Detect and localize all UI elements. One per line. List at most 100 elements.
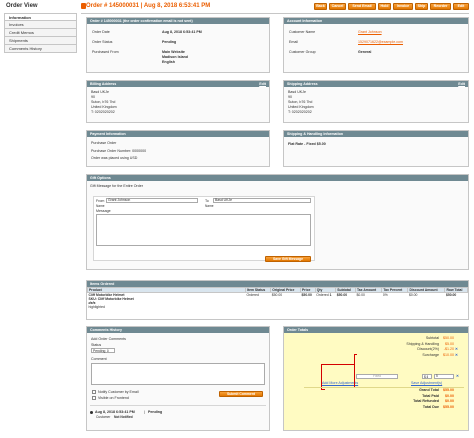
invoice-button[interactable]: Invoice [393, 3, 413, 10]
order-panel-header: Order # 145000031 (the order confirmatio… [87, 18, 269, 24]
sidebar-title: Order View [6, 3, 38, 9]
customer-name-link[interactable]: Grant Johnson [358, 30, 382, 34]
totals-value: $50.00 [443, 336, 454, 340]
customer-email-link[interactable]: 1529071622@example.com [358, 40, 403, 44]
purchased-from-website: Main Website [162, 50, 185, 54]
shipping-line: United Kingdom [288, 105, 314, 109]
comment-entry-separator: | [144, 410, 145, 414]
notify-customer-label: Notify Customer by Email [98, 390, 139, 394]
annotation-line [321, 389, 325, 390]
item-status: Ordered [246, 293, 259, 297]
totals-label: Surcharge [422, 352, 439, 357]
back-button[interactable]: Back [314, 3, 327, 10]
adjustment-type-select[interactable]: $⇕ [422, 374, 432, 379]
totals-table: Subtotal $50.00 Shipping & Handling $5.00 … [406, 336, 460, 358]
remove-adjustment-icon[interactable]: ✕ [456, 374, 459, 378]
visible-frontend-checkbox[interactable] [92, 396, 96, 400]
gift-to-input[interactable]: Basd UKJe [213, 198, 311, 203]
item-price: $50.00 [301, 293, 312, 297]
save-adjustments-link[interactable]: Save Adjustment(s) [411, 381, 442, 385]
ship-button[interactable]: Ship [415, 3, 428, 10]
order-status-value: Pending [162, 40, 177, 44]
payment-panel-header: Payment Information [87, 131, 269, 137]
shipping-method-value: Flat Rate - Fixed $5.00 [288, 142, 326, 146]
item-original-price: $50.00 [271, 293, 283, 297]
comments-divider [90, 405, 266, 406]
grand-total-row: Grand Total $55.00 [413, 388, 454, 394]
purchased-from-view: English [162, 60, 175, 64]
item-option-value: highlighted [88, 305, 105, 309]
order-date-value: Aug 8, 2018 6:53:41 PM [162, 30, 202, 34]
item-tax-percent: 0% [382, 293, 388, 297]
comment-status-label: Status [91, 343, 102, 347]
account-panel: Account Information Customer Name Grant … [283, 17, 469, 73]
customer-group-value: General [358, 50, 372, 54]
gift-to-sublabel: Name [205, 204, 214, 208]
totals-row: Surcharge $10.00 ✕ [406, 353, 460, 359]
comment-entry-status: Pending [148, 410, 163, 414]
billing-line: T: 0202020202 [91, 110, 115, 114]
header-divider [81, 13, 469, 14]
annotation-bracket [354, 354, 357, 388]
remove-surcharge-icon[interactable]: ✕ [454, 353, 460, 359]
sidebar-tab-shipments[interactable]: Shipments [4, 37, 77, 45]
shipping-method-panel: Shipping & Handling Information Flat Rat… [283, 130, 469, 167]
save-gift-message-button[interactable]: Save Gift Message [265, 256, 311, 262]
shipping-address-header: Shipping Address [287, 82, 318, 86]
shipping-line: 90 [288, 95, 292, 99]
sidebar-tab-credit-memos[interactable]: Credit Memos [4, 29, 77, 37]
adjustment-label-input[interactable]: Fixed [356, 374, 398, 379]
add-comments-label: Add Order Comments [91, 337, 126, 341]
customer-email-label: Email [289, 40, 298, 44]
comment-entry-notify-label: Customer [96, 415, 111, 419]
gift-from-label: From [96, 199, 105, 203]
total-refunded-value: $0.00 [445, 399, 454, 404]
order-totals-header: Order Totals [284, 327, 468, 333]
adjustment-amount-input[interactable]: 5 [434, 374, 454, 379]
shipping-edit-link[interactable]: Edit [458, 81, 465, 87]
sidebar-tab-comments-history[interactable]: Comments History [4, 45, 77, 53]
comment-status-select[interactable]: Pending ⇕ [91, 348, 115, 353]
comment-status-value: Pending [93, 349, 106, 353]
sidebar-tab-information[interactable]: Information [4, 13, 77, 21]
reorder-button[interactable]: Reorder [430, 3, 451, 10]
comment-entry-date: Aug 8, 2018 6:53:41 PM [95, 410, 135, 414]
edit-button[interactable]: Edit [453, 3, 469, 10]
totals-value: $10.00 [443, 352, 454, 357]
item-qty-value: 1 [329, 293, 332, 297]
add-more-adjustments-link[interactable]: Add More Adjustments [322, 381, 358, 385]
comments-history-panel: Comments History Add Order Comments Stat… [86, 326, 270, 431]
chevron-down-icon: ⇕ [106, 349, 110, 353]
gift-options-header: Gift Options [87, 175, 468, 181]
comment-bullet-icon [90, 411, 93, 414]
gift-message-textarea[interactable] [96, 214, 311, 246]
order-status-label: Order Status [92, 40, 113, 44]
cancel-button[interactable]: Cancel [329, 3, 346, 10]
total-due-label: Total Due [422, 404, 439, 409]
billing-address-panel: Billing Address Edit Basd UKJe 90 Suton, … [86, 80, 270, 123]
gift-from-input[interactable]: Grant Johnson [106, 198, 198, 203]
comment-entry-notify-value: Not Notified [114, 415, 133, 419]
shipping-line: Basd UKJe [288, 90, 306, 94]
item-tax-amount: $0.00 [356, 293, 365, 297]
billing-line: Basd UKJe [91, 90, 109, 94]
comment-textarea[interactable] [91, 363, 265, 385]
account-panel-header: Account Information [284, 18, 468, 24]
submit-comment-button[interactable]: Submit Comment [219, 391, 263, 397]
customer-name-label: Customer Name [289, 30, 316, 34]
hold-button[interactable]: Hold [378, 3, 391, 10]
sidebar-tab-invoices[interactable]: Invoices [4, 21, 77, 29]
send-email-button[interactable]: Send Email [348, 3, 376, 10]
purchased-from-label: Purchased From [92, 50, 119, 54]
annotation-line [322, 364, 354, 365]
purchased-from-store: Madison Island [162, 55, 188, 59]
grand-total-value: $55.00 [443, 388, 454, 392]
payment-po-number: Purchase Order Number: 0000000 [91, 149, 147, 153]
payment-currency: Order was placed using USD [91, 156, 138, 160]
total-due-row: Total Due $55.00 [413, 405, 454, 411]
total-refunded-row: Total Refunded $0.00 [413, 399, 454, 405]
item-subtotal: $50.00 [336, 293, 348, 297]
gift-options-panel: Gift Options Gift Message for the Entire… [86, 174, 469, 270]
billing-edit-link[interactable]: Edit [259, 81, 266, 87]
notify-customer-checkbox[interactable] [92, 390, 96, 394]
